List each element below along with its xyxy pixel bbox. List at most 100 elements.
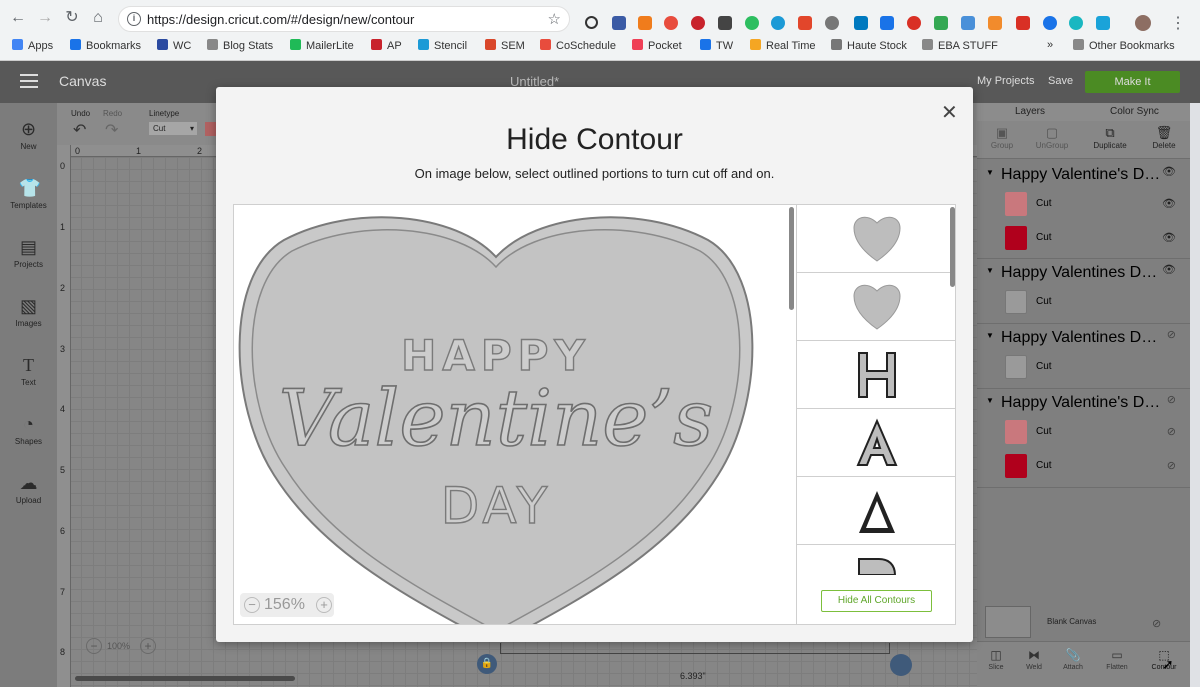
- eye-off-icon[interactable]: ⊘: [1167, 328, 1176, 341]
- layer-item[interactable]: Cut 👁: [977, 221, 1190, 255]
- extension-icon[interactable]: [854, 16, 868, 30]
- bookmark-apps[interactable]: Apps: [12, 39, 53, 52]
- zoom-in-button[interactable]: +: [316, 597, 332, 613]
- my-projects-link[interactable]: My Projects: [977, 75, 1034, 87]
- gmail-icon[interactable]: [1016, 16, 1030, 30]
- collapse-arrow-icon[interactable]: ▼: [986, 331, 994, 340]
- eye-off-icon[interactable]: ⊘: [1167, 393, 1176, 406]
- day-text[interactable]: DAY: [440, 476, 552, 535]
- extension-icon[interactable]: [798, 16, 812, 30]
- attach-button[interactable]: 📎 Attach: [1056, 648, 1090, 671]
- extension-icon[interactable]: [664, 16, 678, 30]
- bookmark-ap[interactable]: AP: [371, 39, 402, 52]
- zoom-out-button[interactable]: −: [86, 638, 102, 654]
- extension-icon[interactable]: [825, 16, 839, 30]
- save-button[interactable]: Save: [1048, 75, 1073, 87]
- weld-button[interactable]: ⧓ Weld: [1017, 648, 1051, 671]
- valentines-text[interactable]: Valentine’s: [278, 373, 714, 465]
- bookmark-wc[interactable]: WC: [157, 39, 191, 52]
- layer-item[interactable]: Cut ⊘: [977, 415, 1190, 449]
- layer-group[interactable]: ▼ Happy Valentine's Day Valen... 👁: [977, 162, 1190, 184]
- hide-all-contours-button[interactable]: Hide All Contours: [821, 590, 932, 612]
- home-icon[interactable]: ⌂: [88, 8, 108, 28]
- ungroup-button[interactable]: ▢ UnGroup: [1027, 125, 1077, 150]
- extension-icon[interactable]: [745, 16, 759, 30]
- layer-item[interactable]: Cut 👁: [977, 187, 1190, 221]
- extension-icon[interactable]: [691, 16, 705, 30]
- contour-thumb-a[interactable]: [797, 409, 955, 477]
- heart-contour-image[interactable]: HAPPY Valentine’s DAY: [234, 205, 794, 625]
- extension-icon[interactable]: [988, 16, 1002, 30]
- reload-icon[interactable]: ↻: [62, 8, 82, 28]
- eye-off-icon[interactable]: ⊘: [1167, 459, 1176, 472]
- eye-icon[interactable]: 👁: [1162, 197, 1176, 210]
- sidebar-item-projects[interactable]: ▤ Projects: [0, 237, 57, 269]
- group-button[interactable]: ▣ Group: [977, 125, 1027, 150]
- extension-icon[interactable]: [1043, 16, 1057, 30]
- sidebar-item-shapes[interactable]: ◔ Shapes: [0, 414, 57, 446]
- extension-icon[interactable]: [907, 16, 921, 30]
- eye-icon[interactable]: 👁: [1162, 231, 1176, 244]
- bookmark-pocket[interactable]: Pocket: [632, 39, 682, 52]
- happy-text[interactable]: HAPPY: [400, 330, 591, 380]
- contour-thumb-h[interactable]: [797, 341, 955, 409]
- collapse-arrow-icon[interactable]: ▼: [986, 266, 994, 275]
- layer-group[interactable]: ▼ Happy Valentines Day Heart 👁: [977, 260, 1190, 282]
- eye-icon[interactable]: 👁: [1162, 165, 1176, 178]
- contour-thumb-heart[interactable]: [797, 273, 955, 341]
- extension-icon[interactable]: [880, 16, 894, 30]
- address-bar[interactable]: i https://design.cricut.com/#/design/new…: [118, 6, 570, 32]
- sidebar-item-templates[interactable]: 👕 Templates: [0, 178, 57, 210]
- preview-vertical-scrollbar[interactable]: [789, 207, 794, 310]
- bookmark-eba-stuff[interactable]: EBA STUFF: [922, 39, 998, 52]
- eye-off-icon[interactable]: ⊘: [1167, 425, 1176, 438]
- sidebar-item-images[interactable]: ▧ Images: [0, 296, 57, 328]
- duplicate-button[interactable]: ⧉ Duplicate: [1085, 125, 1135, 150]
- bookmark-coschedule[interactable]: CoSchedule: [540, 39, 616, 52]
- sidebar-item-text[interactable]: T Text: [0, 355, 57, 387]
- undo-icon[interactable]: ↶: [73, 120, 86, 140]
- profile-avatar[interactable]: [1135, 15, 1151, 31]
- contour-thumb-heart[interactable]: [797, 205, 955, 273]
- extension-icon[interactable]: [1096, 16, 1110, 30]
- tab-layers[interactable]: Layers: [1015, 106, 1045, 117]
- blank-canvas-thumbnail[interactable]: [985, 606, 1031, 638]
- bookmarks-overflow[interactable]: »: [1047, 39, 1053, 51]
- site-info-icon[interactable]: i: [127, 12, 141, 26]
- zoom-in-button[interactable]: +: [140, 638, 156, 654]
- extension-icon[interactable]: [771, 16, 785, 30]
- extension-icon[interactable]: [718, 16, 732, 30]
- bookmark-real-time[interactable]: Real Time: [750, 39, 816, 52]
- back-icon[interactable]: ←: [8, 8, 28, 28]
- extension-icon[interactable]: [585, 16, 598, 29]
- bookmark-stencil[interactable]: Stencil: [418, 39, 467, 52]
- forward-icon[interactable]: →: [35, 8, 55, 28]
- zoom-out-button[interactable]: −: [244, 597, 260, 613]
- layer-item[interactable]: Cut ⊘: [977, 449, 1190, 483]
- extension-icon[interactable]: [612, 16, 626, 30]
- tab-color-sync[interactable]: Color Sync: [1110, 106, 1159, 117]
- delete-button[interactable]: 🗑 Delete: [1139, 125, 1189, 150]
- eye-off-icon[interactable]: ⊘: [1152, 617, 1176, 630]
- layer-item[interactable]: Cut: [977, 285, 1190, 319]
- linetype-select[interactable]: Cut ▾: [149, 122, 197, 135]
- flatten-button[interactable]: ▭ Flatten: [1100, 648, 1134, 671]
- contour-preview[interactable]: HAPPY Valentine’s DAY − 156% + Hide All …: [233, 204, 956, 625]
- url-text[interactable]: https://design.cricut.com/#/design/new/c…: [147, 12, 414, 27]
- collapse-arrow-icon[interactable]: ▼: [986, 396, 994, 405]
- bookmark-sem[interactable]: SEM: [485, 39, 525, 52]
- redo-icon[interactable]: ↷: [105, 120, 118, 140]
- bookmark-haute-stock[interactable]: Haute Stock: [831, 39, 907, 52]
- layer-group[interactable]: ▼ Happy Valentine's Day Valen... ⊘: [977, 390, 1190, 412]
- contour-thumb-d[interactable]: [797, 545, 955, 575]
- contour-thumb-inner-a[interactable]: [797, 477, 955, 545]
- resize-handle-icon[interactable]: [890, 654, 912, 676]
- layer-item[interactable]: Cut: [977, 350, 1190, 384]
- bookmark-mailerlite[interactable]: MailerLite: [290, 39, 354, 52]
- collapse-arrow-icon[interactable]: ▼: [986, 168, 994, 177]
- sidebar-item-upload[interactable]: ☁ Upload: [0, 473, 57, 505]
- slice-button[interactable]: ◫ Slice: [979, 648, 1013, 671]
- bookmark-star-icon[interactable]: ☆: [548, 10, 561, 28]
- bookmark-tw[interactable]: TW: [700, 39, 733, 52]
- sidebar-item-new[interactable]: ⊕ New: [0, 119, 57, 151]
